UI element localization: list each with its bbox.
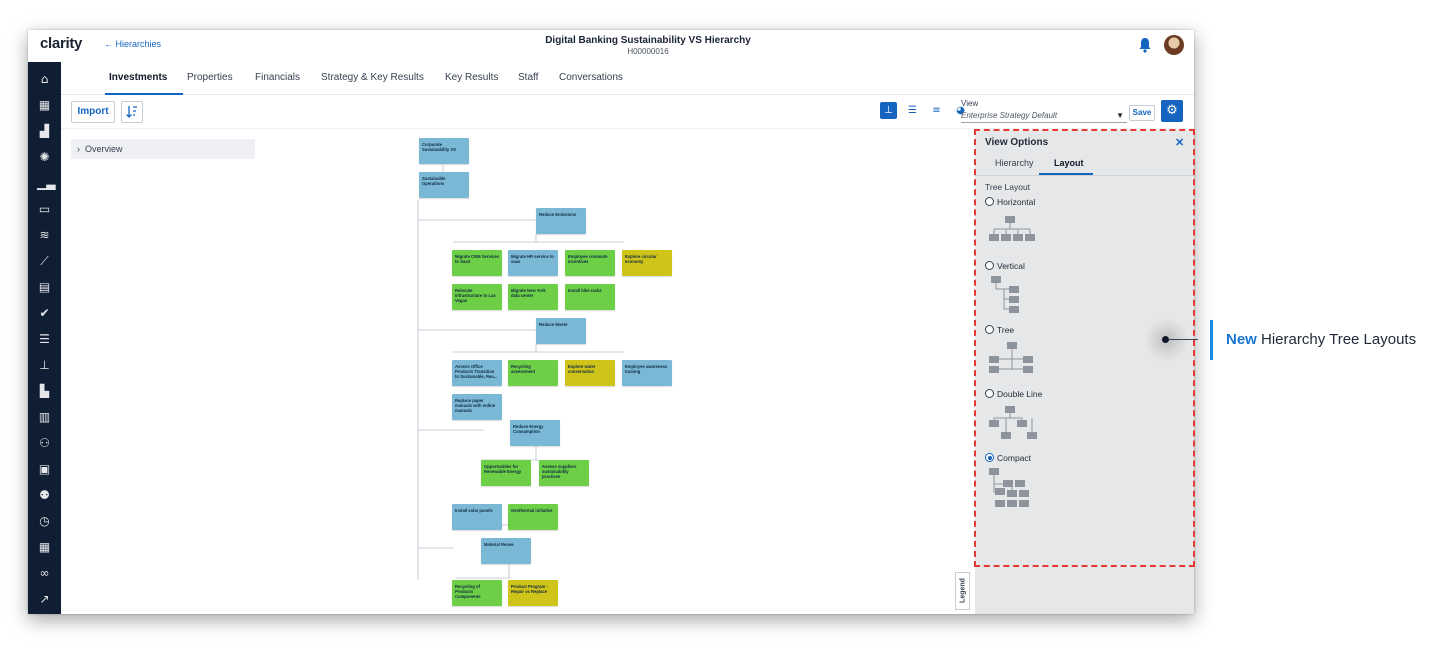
tree-node[interactable]: Migrate New York data center xyxy=(508,284,558,310)
tree-node[interactable]: Employee commute incentives xyxy=(565,250,615,276)
external-link-icon[interactable]: ↗ xyxy=(37,592,52,606)
bell-icon[interactable] xyxy=(1138,37,1152,53)
bar-chart-icon[interactable]: ▁▃ xyxy=(37,176,55,190)
sort-icon xyxy=(126,106,137,118)
clarity-logo[interactable]: clarity xyxy=(40,35,82,52)
tab-staff[interactable]: Staff xyxy=(518,72,538,83)
clipboard-icon[interactable]: ▤ xyxy=(37,280,52,294)
document-edit-icon[interactable]: ▙ xyxy=(37,384,52,398)
tree-node[interactable]: Relocate Infrastructure to Las Vegas xyxy=(452,284,502,310)
grid-icon[interactable]: ▦ xyxy=(37,98,52,112)
tab-properties[interactable]: Properties xyxy=(187,72,233,83)
chevron-down-icon: ▼ xyxy=(1116,111,1124,120)
view-select[interactable]: Enterprise Strategy Default ▼ xyxy=(961,108,1127,123)
tree-node[interactable]: Material Reuse xyxy=(481,538,531,564)
home-icon[interactable]: ⌂ xyxy=(37,72,52,86)
user-settings-icon[interactable]: ⚉ xyxy=(37,488,52,502)
view-label: View xyxy=(961,99,979,108)
import-button[interactable]: Import xyxy=(71,101,115,123)
sort-button[interactable] xyxy=(121,101,143,123)
view-select-value: Enterprise Strategy Default xyxy=(961,111,1058,120)
tree-node[interactable]: Opportunities for Renewable Energy xyxy=(481,460,531,486)
tree-node[interactable]: Install bike racks xyxy=(565,284,615,310)
tree-node[interactable]: Assess suppliers sustainability practice… xyxy=(539,460,589,486)
presentation-icon[interactable]: ▭ xyxy=(37,202,52,216)
user-avatar[interactable] xyxy=(1164,35,1184,55)
table-icon[interactable]: ▦ xyxy=(37,540,52,554)
callout-line xyxy=(1168,339,1198,340)
line-chart-icon[interactable]: ⟋ xyxy=(37,254,52,268)
tree-node[interactable]: Reduce Emissions xyxy=(536,208,586,234)
tree-node[interactable]: Explore circular economy xyxy=(622,250,672,276)
top-bar: clarity ← Hierarchies Digital Banking Su… xyxy=(28,30,1194,62)
page-id: H00000016 xyxy=(627,47,669,56)
lightbulb-icon[interactable]: ✺ xyxy=(37,150,52,164)
gear-icon: ⚙ xyxy=(1166,103,1178,118)
tree-node[interactable]: Product Program - Repair vs Replace xyxy=(508,580,558,606)
callout-bar xyxy=(1210,320,1213,360)
tree-node[interactable]: Sustainable Operations xyxy=(419,172,469,198)
callout-description: Hierarchy Tree Layouts xyxy=(1261,331,1417,348)
book-icon[interactable]: ▥ xyxy=(37,410,52,424)
checkmark-icon[interactable]: ✔ xyxy=(37,306,52,320)
tab-key-results[interactable]: Key Results xyxy=(445,72,498,83)
tree-node[interactable]: Reduce Waste xyxy=(536,318,586,344)
clock-icon[interactable]: ◷ xyxy=(37,514,52,528)
checklist-icon[interactable]: ☰ xyxy=(37,332,52,346)
tree-node[interactable]: Replace paper manuals with online manual… xyxy=(452,394,502,420)
tab-bar: Investments Properties Financials Strate… xyxy=(61,62,1194,95)
tree-node[interactable]: Migrate CRM Services to SaaS xyxy=(452,250,502,276)
link-icon[interactable]: ∞ xyxy=(37,566,52,580)
tree-node[interactable]: Corporate Sustainability VS xyxy=(419,138,469,164)
left-nav-sidebar: ⌂ ▦ ▟ ✺ ▁▃ ▭ ≋ ⟋ ▤ ✔ ☰ ⊥ ▙ ▥ ⚇ ▣ ⚉ ◷ ▦ ∞… xyxy=(28,62,61,614)
tab-investments[interactable]: Investments xyxy=(109,72,167,83)
tree-node[interactable]: Assess Office Products Transition to Sus… xyxy=(452,360,502,386)
page-title-block: Digital Banking Sustainability VS Hierar… xyxy=(458,35,838,56)
legend-tab[interactable]: Legend xyxy=(955,572,970,610)
callout-new-label: New xyxy=(1226,331,1257,348)
tree-node[interactable]: Reduce Energy Consumption xyxy=(510,420,560,446)
gantt-view-button[interactable]: ☰ xyxy=(904,102,921,119)
legend-label: Legend xyxy=(959,578,967,603)
tree-node[interactable]: Install solar panels xyxy=(452,504,502,530)
save-button[interactable]: Save xyxy=(1129,105,1155,121)
tab-strategy-key-results[interactable]: Strategy & Key Results xyxy=(321,72,424,83)
page-title: Digital Banking Sustainability VS Hierar… xyxy=(545,35,751,46)
list-view-button[interactable]: ≡ xyxy=(928,102,945,119)
tab-conversations[interactable]: Conversations xyxy=(559,72,623,83)
tree-node[interactable]: Explore water conservation xyxy=(565,360,615,386)
tree-node[interactable]: Recycling of Products Components xyxy=(452,580,502,606)
tree-node[interactable]: Geothermal initiative xyxy=(508,504,558,530)
back-to-hierarchies-link[interactable]: ← Hierarchies xyxy=(104,39,161,49)
report-icon[interactable]: ▣ xyxy=(37,462,52,476)
factory-icon[interactable]: ▟ xyxy=(37,124,52,138)
view-options-gear-button[interactable]: ⚙ xyxy=(1161,100,1183,122)
hierarchy-icon[interactable]: ⊥ xyxy=(37,358,52,372)
tree-node[interactable]: Migrate HR service to saas xyxy=(508,250,558,276)
tree-node[interactable]: Recycling assessment xyxy=(508,360,558,386)
team-icon[interactable]: ⚇ xyxy=(37,436,52,450)
hierarchy-canvas[interactable]: Corporate Sustainability VS Sustainable … xyxy=(61,130,973,614)
tab-financials[interactable]: Financials xyxy=(255,72,300,83)
database-icon[interactable]: ≋ xyxy=(37,228,52,242)
tree-node[interactable]: Employee awareness training xyxy=(622,360,672,386)
toolbar: Import ⊥ ☰ ≡ ◕ View Enterprise Strategy … xyxy=(61,96,1194,129)
active-tab-indicator xyxy=(105,93,183,95)
callout-text: New Hierarchy Tree Layouts xyxy=(1226,331,1416,348)
hierarchy-view-button[interactable]: ⊥ xyxy=(880,102,897,119)
